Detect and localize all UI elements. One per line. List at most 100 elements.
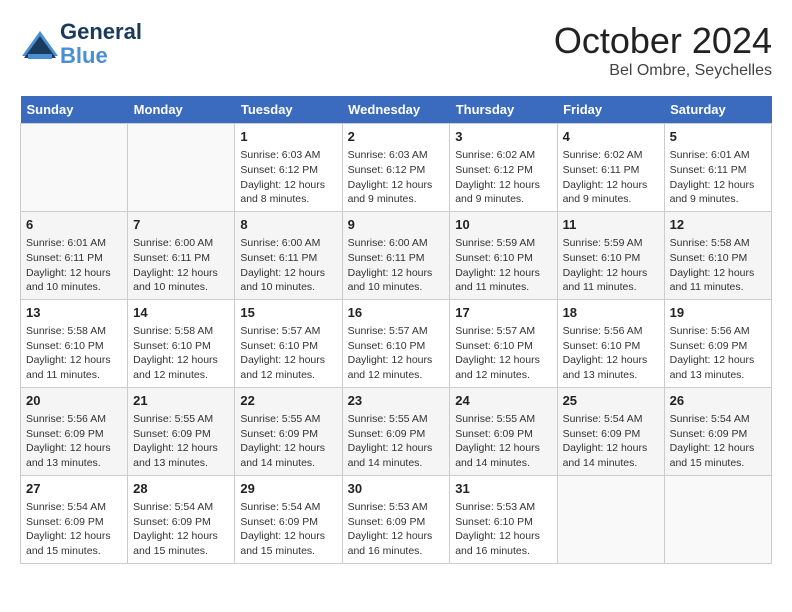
day-header-saturday: Saturday bbox=[664, 96, 771, 124]
day-number: 8 bbox=[240, 216, 336, 234]
day-info: Sunrise: 5:58 AM Sunset: 6:10 PM Dayligh… bbox=[670, 236, 766, 295]
calendar-body: 1 Sunrise: 6:03 AM Sunset: 6:12 PM Daylig… bbox=[21, 124, 772, 564]
calendar-cell bbox=[557, 475, 664, 563]
calendar-cell: 20Sunrise: 5:56 AM Sunset: 6:09 PM Dayli… bbox=[21, 387, 128, 475]
calendar-cell: 7 Sunrise: 6:00 AM Sunset: 6:11 PM Daylig… bbox=[128, 211, 235, 299]
calendar-cell: 28Sunrise: 5:54 AM Sunset: 6:09 PM Dayli… bbox=[128, 475, 235, 563]
calendar-cell: 9Sunrise: 6:00 AM Sunset: 6:11 PM Daylig… bbox=[342, 211, 450, 299]
day-number: 3 bbox=[455, 128, 551, 146]
day-number: 18 bbox=[563, 304, 659, 322]
day-info: Sunrise: 6:02 AM Sunset: 6:12 PM Dayligh… bbox=[455, 148, 551, 207]
day-info: Sunrise: 6:00 AM Sunset: 6:11 PM Dayligh… bbox=[240, 236, 336, 295]
day-number: 10 bbox=[455, 216, 551, 234]
day-info: Sunrise: 5:54 AM Sunset: 6:09 PM Dayligh… bbox=[240, 500, 336, 559]
logo: General Blue bbox=[20, 20, 142, 68]
calendar-cell bbox=[664, 475, 771, 563]
calendar-cell: 12 Sunrise: 5:58 AM Sunset: 6:10 PM Dayli… bbox=[664, 211, 771, 299]
title-block: October 2024 Bel Ombre, Seychelles bbox=[554, 20, 772, 80]
day-info: Sunrise: 6:03 AM Sunset: 6:12 PM Dayligh… bbox=[240, 148, 336, 207]
day-info: Sunrise: 5:56 AM Sunset: 6:09 PM Dayligh… bbox=[670, 324, 766, 383]
calendar-cell: 25 Sunrise: 5:54 AM Sunset: 6:09 PM Dayli… bbox=[557, 387, 664, 475]
logo-text: General Blue bbox=[60, 20, 142, 68]
calendar-week-5: 27 Sunrise: 5:54 AM Sunset: 6:09 PM Dayli… bbox=[21, 475, 772, 563]
day-header-friday: Friday bbox=[557, 96, 664, 124]
calendar-cell: 19 Sunrise: 5:56 AM Sunset: 6:09 PM Dayli… bbox=[664, 299, 771, 387]
day-info: Sunrise: 5:53 AM Sunset: 6:10 PM Dayligh… bbox=[455, 500, 551, 559]
day-info: Sunrise: 5:59 AM Sunset: 6:10 PM Dayligh… bbox=[455, 236, 551, 295]
calendar-cell bbox=[128, 124, 235, 212]
calendar-cell: 30Sunrise: 5:53 AM Sunset: 6:09 PM Dayli… bbox=[342, 475, 450, 563]
day-number: 20 bbox=[26, 392, 122, 410]
calendar-cell: 15Sunrise: 5:57 AM Sunset: 6:10 PM Dayli… bbox=[235, 299, 342, 387]
day-number: 31 bbox=[455, 480, 551, 498]
day-header-monday: Monday bbox=[128, 96, 235, 124]
calendar-cell: 22 Sunrise: 5:55 AM Sunset: 6:09 PM Dayli… bbox=[235, 387, 342, 475]
calendar-cell: 3 Sunrise: 6:02 AM Sunset: 6:12 PM Daylig… bbox=[450, 124, 557, 212]
day-info: Sunrise: 5:54 AM Sunset: 6:09 PM Dayligh… bbox=[26, 500, 122, 559]
day-number: 24 bbox=[455, 392, 551, 410]
calendar-cell: 5 Sunrise: 6:01 AM Sunset: 6:11 PM Daylig… bbox=[664, 124, 771, 212]
day-info: Sunrise: 5:55 AM Sunset: 6:09 PM Dayligh… bbox=[455, 412, 551, 471]
day-info: Sunrise: 5:54 AM Sunset: 6:09 PM Dayligh… bbox=[563, 412, 659, 471]
day-info: Sunrise: 5:53 AM Sunset: 6:09 PM Dayligh… bbox=[348, 500, 445, 559]
calendar-cell: 4 Sunrise: 6:02 AM Sunset: 6:11 PM Daylig… bbox=[557, 124, 664, 212]
day-number: 16 bbox=[348, 304, 445, 322]
day-info: Sunrise: 5:57 AM Sunset: 6:10 PM Dayligh… bbox=[455, 324, 551, 383]
day-number: 7 bbox=[133, 216, 229, 234]
calendar-week-3: 13 Sunrise: 5:58 AM Sunset: 6:10 PM Dayli… bbox=[21, 299, 772, 387]
calendar-cell: 29 Sunrise: 5:54 AM Sunset: 6:09 PM Dayli… bbox=[235, 475, 342, 563]
day-number: 13 bbox=[26, 304, 122, 322]
day-number: 14 bbox=[133, 304, 229, 322]
day-number: 27 bbox=[26, 480, 122, 498]
day-info: Sunrise: 5:55 AM Sunset: 6:09 PM Dayligh… bbox=[240, 412, 336, 471]
calendar-cell: 10 Sunrise: 5:59 AM Sunset: 6:10 PM Dayli… bbox=[450, 211, 557, 299]
logo-icon bbox=[20, 26, 56, 62]
day-info: Sunrise: 6:01 AM Sunset: 6:11 PM Dayligh… bbox=[670, 148, 766, 207]
day-info: Sunrise: 5:57 AM Sunset: 6:10 PM Dayligh… bbox=[348, 324, 445, 383]
page-header: General Blue October 2024 Bel Ombre, Sey… bbox=[20, 20, 772, 80]
day-number: 11 bbox=[563, 216, 659, 234]
calendar-table: SundayMondayTuesdayWednesdayThursdayFrid… bbox=[20, 96, 772, 564]
calendar-cell: 21Sunrise: 5:55 AM Sunset: 6:09 PM Dayli… bbox=[128, 387, 235, 475]
day-info: Sunrise: 6:02 AM Sunset: 6:11 PM Dayligh… bbox=[563, 148, 659, 207]
day-number: 6 bbox=[26, 216, 122, 234]
calendar-cell: 1 Sunrise: 6:03 AM Sunset: 6:12 PM Daylig… bbox=[235, 124, 342, 212]
calendar-cell: 13Sunrise: 5:58 AM Sunset: 6:10 PM Dayli… bbox=[21, 299, 128, 387]
day-info: Sunrise: 6:03 AM Sunset: 6:12 PM Dayligh… bbox=[348, 148, 445, 207]
calendar-cell: 6 Sunrise: 6:01 AM Sunset: 6:11 PM Daylig… bbox=[21, 211, 128, 299]
day-number: 29 bbox=[240, 480, 336, 498]
calendar-cell: 8 Sunrise: 6:00 AM Sunset: 6:11 PM Daylig… bbox=[235, 211, 342, 299]
day-number: 25 bbox=[563, 392, 659, 410]
day-header-sunday: Sunday bbox=[21, 96, 128, 124]
day-number: 19 bbox=[670, 304, 766, 322]
day-info: Sunrise: 5:54 AM Sunset: 6:09 PM Dayligh… bbox=[670, 412, 766, 471]
calendar-cell: 2Sunrise: 6:03 AM Sunset: 6:12 PM Daylig… bbox=[342, 124, 450, 212]
calendar-cell: 14 Sunrise: 5:58 AM Sunset: 6:10 PM Dayli… bbox=[128, 299, 235, 387]
calendar-week-1: 1 Sunrise: 6:03 AM Sunset: 6:12 PM Daylig… bbox=[21, 124, 772, 212]
day-number: 12 bbox=[670, 216, 766, 234]
calendar-cell: 18 Sunrise: 5:56 AM Sunset: 6:10 PM Dayli… bbox=[557, 299, 664, 387]
calendar-cell: 27 Sunrise: 5:54 AM Sunset: 6:09 PM Dayli… bbox=[21, 475, 128, 563]
day-info: Sunrise: 5:55 AM Sunset: 6:09 PM Dayligh… bbox=[133, 412, 229, 471]
day-info: Sunrise: 6:01 AM Sunset: 6:11 PM Dayligh… bbox=[26, 236, 122, 295]
calendar-cell: 16 Sunrise: 5:57 AM Sunset: 6:10 PM Dayli… bbox=[342, 299, 450, 387]
day-info: Sunrise: 5:56 AM Sunset: 6:10 PM Dayligh… bbox=[563, 324, 659, 383]
day-number: 1 bbox=[240, 128, 336, 146]
calendar-header-row: SundayMondayTuesdayWednesdayThursdayFrid… bbox=[21, 96, 772, 124]
day-number: 28 bbox=[133, 480, 229, 498]
day-number: 26 bbox=[670, 392, 766, 410]
day-number: 5 bbox=[670, 128, 766, 146]
day-info: Sunrise: 5:59 AM Sunset: 6:10 PM Dayligh… bbox=[563, 236, 659, 295]
calendar-cell: 31 Sunrise: 5:53 AM Sunset: 6:10 PM Dayli… bbox=[450, 475, 557, 563]
day-info: Sunrise: 6:00 AM Sunset: 6:11 PM Dayligh… bbox=[133, 236, 229, 295]
calendar-cell: 11 Sunrise: 5:59 AM Sunset: 6:10 PM Dayli… bbox=[557, 211, 664, 299]
day-header-thursday: Thursday bbox=[450, 96, 557, 124]
calendar-week-4: 20Sunrise: 5:56 AM Sunset: 6:09 PM Dayli… bbox=[21, 387, 772, 475]
day-number: 15 bbox=[240, 304, 336, 322]
day-number: 23 bbox=[348, 392, 445, 410]
day-info: Sunrise: 6:00 AM Sunset: 6:11 PM Dayligh… bbox=[348, 236, 445, 295]
day-info: Sunrise: 5:58 AM Sunset: 6:10 PM Dayligh… bbox=[133, 324, 229, 383]
day-number: 4 bbox=[563, 128, 659, 146]
calendar-cell: 26 Sunrise: 5:54 AM Sunset: 6:09 PM Dayli… bbox=[664, 387, 771, 475]
day-number: 22 bbox=[240, 392, 336, 410]
